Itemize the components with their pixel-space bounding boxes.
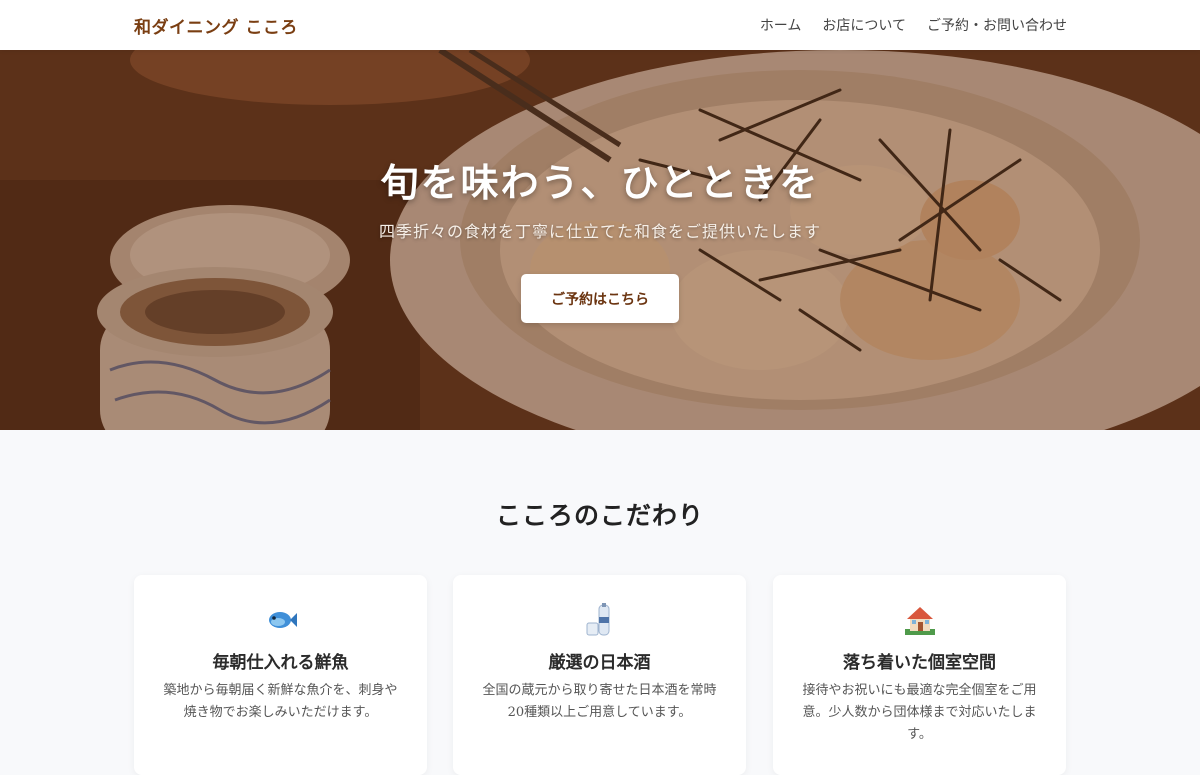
site-logo[interactable]: 和ダイニング こころ <box>134 13 298 38</box>
reservation-button[interactable]: ご予約はこちら <box>521 274 679 323</box>
feature-title-fish: 毎朝仕入れる鮮魚 <box>212 653 349 673</box>
site-header: 和ダイニング こころ ホーム お店について ご予約・お問い合わせ <box>0 0 1200 50</box>
house-icon <box>773 603 1066 637</box>
hero-subtitle: 四季折々の食材を丁寧に仕立てた和食をご提供いたします <box>378 222 821 241</box>
hero-section: 旬を味わう、ひとときを 四季折々の食材を丁寧に仕立てた和食をご提供いたします ご… <box>0 50 1200 430</box>
fish-icon <box>134 603 427 637</box>
feature-card-sake: 厳選の日本酒 全国の蔵元から取り寄せた日本酒を常時20種類以上ご用意しています。 <box>453 575 746 775</box>
main-nav: ホーム お店について ご予約・お問い合わせ <box>760 15 1067 35</box>
nav-home[interactable]: ホーム <box>760 15 802 35</box>
feature-text-fish: 築地から毎朝届く新鮮な魚介を、刺身や焼き物でお楽しみいただけます。 <box>163 683 398 720</box>
hero-content: 旬を味わう、ひとときを 四季折々の食材を丁寧に仕立てた和食をご提供いたします ご… <box>0 50 1200 430</box>
feature-title-room: 落ち着いた個室空間 <box>843 653 996 673</box>
feature-title-sake: 厳選の日本酒 <box>548 653 651 673</box>
sake-icon <box>453 603 746 637</box>
feature-text-room: 接待やお祝いにも最適な完全個室をご用意。少人数から団体様まで対応いたします。 <box>802 683 1037 742</box>
hero-title: 旬を味わう、ひとときを <box>380 160 820 205</box>
feature-text-sake: 全国の蔵元から取り寄せた日本酒を常時20種類以上ご用意しています。 <box>482 683 717 720</box>
nav-about[interactable]: お店について <box>822 15 906 35</box>
feature-card-fish: 毎朝仕入れる鮮魚 築地から毎朝届く新鮮な魚介を、刺身や焼き物でお楽しみいただけま… <box>134 575 427 775</box>
feature-card-room: 落ち着いた個室空間 接待やお祝いにも最適な完全個室をご用意。少人数から団体様まで… <box>773 575 1066 775</box>
nav-contact[interactable]: ご予約・お問い合わせ <box>927 15 1067 35</box>
features-title: こころのこだわり <box>495 501 704 530</box>
